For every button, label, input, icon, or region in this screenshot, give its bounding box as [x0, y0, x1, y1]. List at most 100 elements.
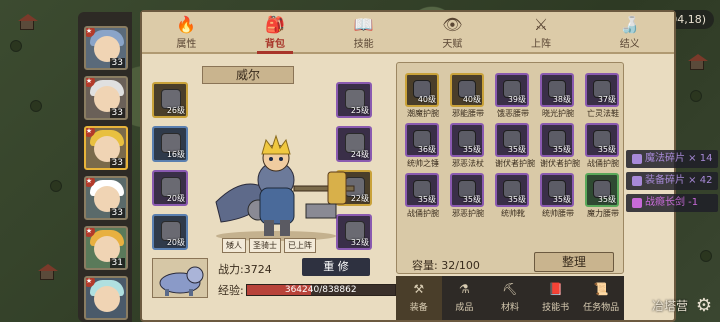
reward-notifications: 魔法碎片 × 14 装备碎片 × 42 战瘾长剑 -1 — [626, 150, 719, 216]
equipment-slot[interactable]: 25级 — [336, 82, 372, 118]
reward-notification: 魔法碎片 × 14 — [626, 150, 719, 168]
bag-item[interactable]: 35级谢伏者护腕 — [495, 123, 535, 173]
hero-card[interactable]: ★ 33 — [84, 26, 128, 70]
bag-tab-label: 材料 — [500, 303, 519, 313]
hero-card[interactable]: ★ 31 — [84, 226, 128, 270]
equipment-slot[interactable]: 20级 — [152, 170, 188, 206]
exp-row: 经验: 364240/838862 — [218, 282, 396, 298]
reward-text: 魔法碎片 × 14 — [645, 153, 713, 164]
bag-item[interactable]: 37级 亡灵法鞋 — [585, 73, 623, 123]
bag-item[interactable]: 35级 谢伏者护腕 — [540, 123, 580, 173]
hero-card[interactable]: ★ 33 — [84, 76, 128, 120]
item-name: 战俑护腕 — [407, 209, 439, 218]
item-level: 35级 — [597, 195, 616, 204]
bag-tab-icon: 📜 — [593, 282, 609, 296]
bag-item[interactable]: 35级 统帅腰带 — [540, 173, 578, 223]
bag-tab-1[interactable]: ⚗ 成品 — [442, 276, 488, 320]
tab-icon: 👁 — [442, 15, 463, 34]
equipment-level: 26级 — [166, 106, 185, 115]
tab-label: 属性 — [176, 39, 197, 50]
menu-icon[interactable]: ⚙ — [696, 295, 712, 316]
item-frame: 35级 — [405, 173, 439, 207]
tab-icon: 📖 — [353, 15, 374, 34]
bag-item[interactable]: 39级 饿恶腰带 — [495, 73, 533, 123]
hero-name: 威尔 — [202, 66, 294, 84]
tab-label: 上阵 — [531, 39, 552, 50]
item-level: 38级 — [552, 95, 571, 104]
hero-card[interactable]: ★ 33 — [84, 176, 128, 220]
item-frame: 37级 — [585, 73, 619, 107]
tab-3[interactable]: 👁 天赋 — [408, 12, 497, 52]
item-frame: 35级 — [495, 123, 529, 157]
hero-panel: 🔥 属性 🎒 背包 📖 技能 👁 天赋 ⚔ 上阵 🍶 结义 威尔 26级 16级 20级 20级 25级 24… — [140, 10, 676, 322]
corner-label: 冶塔营 — [651, 299, 688, 313]
tab-label: 背包 — [265, 39, 285, 50]
bag-item[interactable]: 40级 邪能腰带 — [450, 73, 488, 123]
bag-tab-3[interactable]: 📕 技能书 — [533, 276, 579, 320]
map-tree — [690, 90, 702, 102]
reward-icon — [632, 176, 642, 186]
bag-tabs: ⚒ 装备 ⚗ 成品 ⛏ 材料 📕 技能书 📜 任务物品 — [396, 276, 624, 320]
bag-tab-label: 成品 — [455, 303, 474, 313]
item-frame: 35级 — [450, 173, 484, 207]
capacity-label: 容量: — [412, 259, 438, 272]
item-frame: 40级 — [405, 73, 439, 107]
bag-item[interactable]: 35级 统帅靴 — [495, 173, 533, 223]
item-name: 晓光护腕 — [542, 109, 574, 118]
tab-1[interactable]: 🎒 背包 — [231, 12, 320, 54]
item-frame: 35级 — [495, 173, 529, 207]
equipment-slot[interactable]: 26级 — [152, 82, 188, 118]
hero-list[interactable]: ★ 33 ★ 33 ★ 33 ★ 33 ★ 31 ★ — [78, 12, 132, 322]
item-name: 谢伏者护腕 — [495, 159, 535, 168]
item-name: 邪能腰带 — [452, 109, 484, 118]
bag-capacity: 容量: 32/100 — [412, 257, 480, 273]
item-frame: 35级 — [585, 123, 619, 157]
panel-tabs: 🔥 属性 🎒 背包 📖 技能 👁 天赋 ⚔ 上阵 🍶 结义 — [142, 12, 674, 54]
hero-level: 33 — [109, 58, 125, 68]
tab-icon: ⚔ — [533, 15, 549, 34]
tab-0[interactable]: 🔥 属性 — [142, 12, 231, 52]
bag-item[interactable]: 40级 潮魔护腕 — [405, 73, 443, 123]
tab-2[interactable]: 📖 技能 — [319, 12, 408, 52]
hero-title-tag: 圣骑士 — [249, 238, 281, 253]
item-frame: 35级 — [540, 123, 574, 157]
bag-item[interactable]: 35级战俑护腕 — [405, 173, 443, 223]
equipment-level: 25级 — [350, 106, 369, 115]
reward-text: 装备碎片 × 42 — [645, 175, 713, 186]
map-tree — [30, 100, 42, 112]
bag-tab-4[interactable]: 📜 任务物品 — [578, 276, 624, 320]
bag-tab-label: 任务物品 — [583, 303, 620, 313]
bag-item[interactable]: 38级晓光护腕 — [540, 73, 578, 123]
hero-title-tag: 已上阵 — [284, 238, 316, 253]
hero-card[interactable]: ★ 33 — [84, 126, 128, 170]
item-name: 魔力腰带 — [587, 209, 619, 218]
item-level: 35级 — [417, 195, 436, 204]
hero-card[interactable]: ★ — [84, 276, 128, 320]
reward-text: 战瘾长剑 -1 — [645, 197, 699, 208]
bag-tab-icon: 📕 — [548, 282, 564, 296]
item-level: 37级 — [597, 95, 616, 104]
bag-item[interactable]: 35级 邪恶护腕 — [450, 173, 488, 223]
tab-label: 技能 — [353, 39, 374, 50]
reward-icon — [632, 154, 642, 164]
tab-4[interactable]: ⚔ 上阵 — [497, 12, 586, 52]
bag-item[interactable]: 35级 战俑护腕 — [585, 123, 623, 173]
bag-tab-0[interactable]: ⚒ 装备 — [396, 276, 442, 320]
item-grid: 40级 潮魔护腕 40级 邪能腰带 39级 饿恶腰带 38级 晓光护腕 37级 亡灵法鞋 36级 统帅… — [405, 73, 623, 223]
item-name: 统帅之锤 — [407, 159, 439, 168]
item-name: 饿恶腰带 — [497, 109, 529, 118]
pet-slot[interactable] — [152, 258, 208, 298]
hero-face — [94, 286, 120, 312]
equipment-slot[interactable]: 16级 — [152, 126, 188, 162]
bag-tab-label: 装备 — [409, 303, 428, 313]
item-frame: 35级 — [450, 123, 484, 157]
tab-icon: 🔥 — [176, 15, 197, 34]
bag-item[interactable]: 36级 统帅之锤 — [405, 123, 443, 173]
sort-button[interactable]: 整理 — [534, 252, 614, 272]
tab-5[interactable]: 🍶 结义 — [585, 12, 674, 52]
bag-item[interactable]: 35级魔力腰带 — [585, 173, 623, 223]
equipment-slot[interactable]: 20级 — [152, 214, 188, 250]
rebuild-button[interactable]: 重 修 — [302, 258, 370, 276]
bag-item[interactable]: 35级 邪恶法杖 — [450, 123, 488, 173]
bag-tab-2[interactable]: ⛏ 材料 — [487, 276, 533, 320]
